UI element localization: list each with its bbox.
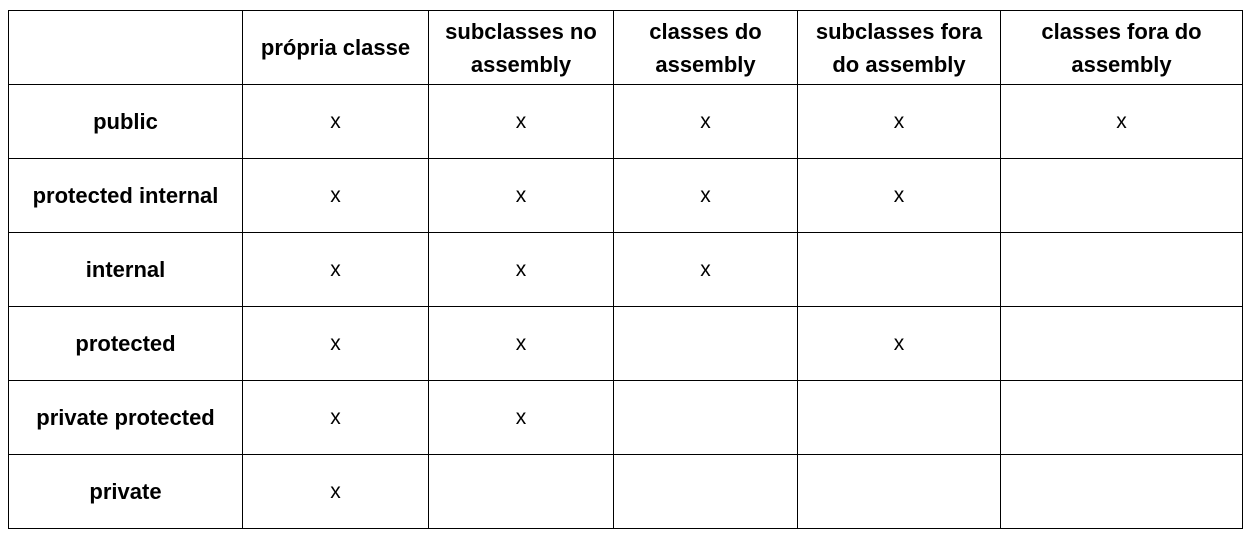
column-header-subclasses-no-assembly: subclasses no assembly <box>428 10 614 85</box>
table-row-public: public x x x x x <box>8 84 1243 159</box>
table-cell: x <box>242 454 429 529</box>
table-cell <box>1000 454 1243 529</box>
table-cell: x <box>428 380 614 455</box>
row-header-protected-internal: protected internal <box>8 158 243 233</box>
table-row-private: private x <box>8 454 1243 529</box>
access-modifiers-table: própria classe subclasses no assembly cl… <box>8 10 1243 529</box>
column-header-classes-fora-do-assembly: classes fora do assembly <box>1000 10 1243 85</box>
table-cell: x <box>797 306 1001 381</box>
table-cell: x <box>428 232 614 307</box>
table-cell <box>428 454 614 529</box>
table-cell: x <box>242 84 429 159</box>
row-header-public: public <box>8 84 243 159</box>
table-cell <box>1000 306 1243 381</box>
table-cell <box>1000 158 1243 233</box>
table-cell: x <box>613 84 798 159</box>
table-cell <box>797 380 1001 455</box>
table-cell <box>613 380 798 455</box>
row-header-internal: internal <box>8 232 243 307</box>
row-header-private-protected: private protected <box>8 380 243 455</box>
table-cell <box>613 306 798 381</box>
table-cell: x <box>428 84 614 159</box>
table-cell <box>613 454 798 529</box>
table-row-protected-internal: protected internal x x x x <box>8 158 1243 233</box>
table-cell: x <box>242 306 429 381</box>
table-cell <box>797 232 1001 307</box>
table-cell <box>797 454 1001 529</box>
table-cell: x <box>797 84 1001 159</box>
table-cell: x <box>1000 84 1243 159</box>
table-row-private-protected: private protected x x <box>8 380 1243 455</box>
table-cell: x <box>613 232 798 307</box>
table-cell: x <box>242 380 429 455</box>
row-header-protected: protected <box>8 306 243 381</box>
table-cell: x <box>428 306 614 381</box>
table-cell: x <box>242 158 429 233</box>
table-cell: x <box>797 158 1001 233</box>
header-row: própria classe subclasses no assembly cl… <box>8 10 1243 85</box>
table-row-protected: protected x x x <box>8 306 1243 381</box>
table-cell <box>1000 232 1243 307</box>
table-cell <box>1000 380 1243 455</box>
column-header-classes-do-assembly: classes do assembly <box>613 10 798 85</box>
table-cell: x <box>242 232 429 307</box>
table-row-internal: internal x x x <box>8 232 1243 307</box>
column-header-subclasses-fora-do-assembly: subclasses fora do assembly <box>797 10 1001 85</box>
column-header-propria-classe: própria classe <box>242 10 429 85</box>
table-cell: x <box>428 158 614 233</box>
corner-header-cell <box>8 10 243 85</box>
table-cell: x <box>613 158 798 233</box>
row-header-private: private <box>8 454 243 529</box>
